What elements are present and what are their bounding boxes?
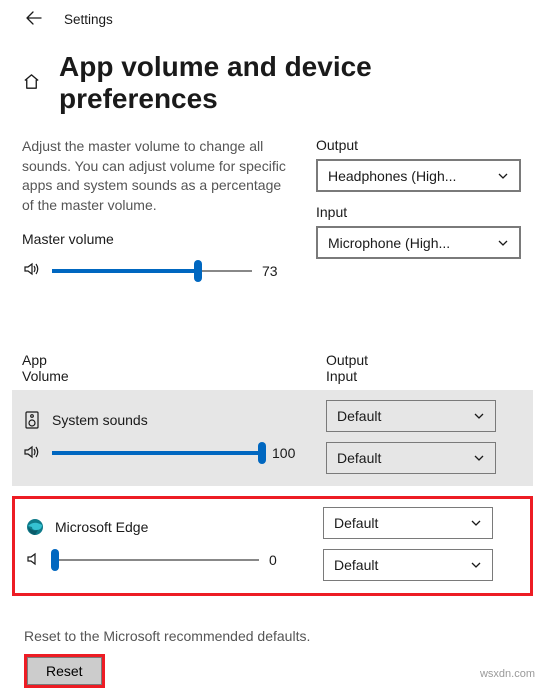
output-device-value: Headphones (High...: [328, 168, 456, 184]
app-row-microsoft-edge: Microsoft Edge 0 Default Default: [12, 496, 533, 596]
app-volume-slider[interactable]: [52, 443, 262, 463]
output-device-select[interactable]: Headphones (High...: [316, 159, 521, 192]
page-description: Adjust the master volume to change all s…: [22, 137, 290, 215]
volume-icon: [22, 259, 42, 279]
input-device-value: Microphone (High...: [328, 235, 450, 251]
column-input-label: Input: [326, 368, 521, 384]
volume-mute-icon: [25, 549, 45, 569]
master-volume-value: 73: [262, 263, 290, 279]
home-icon: [22, 72, 41, 91]
app-row-system-sounds: System sounds 100 Default Default: [12, 390, 533, 486]
app-name: System sounds: [52, 412, 148, 428]
app-name: Microsoft Edge: [55, 519, 148, 535]
app-input-select[interactable]: Default: [323, 549, 493, 581]
page-title: App volume and device preferences: [59, 51, 521, 115]
back-button[interactable]: [26, 10, 42, 29]
page-header: App volume and device preferences: [0, 37, 543, 115]
arrow-left-icon: [26, 10, 42, 26]
chevron-down-icon: [470, 517, 482, 529]
column-output-label: Output: [326, 352, 521, 368]
volume-icon: [22, 442, 42, 462]
reset-button[interactable]: Reset: [27, 657, 102, 685]
input-device-select[interactable]: Microphone (High...: [316, 226, 521, 259]
reset-description: Reset to the Microsoft recommended defau…: [24, 628, 521, 644]
app-input-value: Default: [334, 557, 378, 573]
app-output-select[interactable]: Default: [326, 400, 496, 432]
master-volume-slider[interactable]: [52, 261, 252, 281]
app-input-select[interactable]: Default: [326, 442, 496, 474]
system-sounds-icon: [22, 410, 42, 430]
speaker-icon[interactable]: [25, 549, 45, 572]
master-volume-label: Master volume: [22, 231, 290, 247]
edge-icon: [25, 517, 45, 537]
app-output-select[interactable]: Default: [323, 507, 493, 539]
column-app-label: App: [22, 352, 300, 368]
input-device-label: Input: [316, 204, 521, 220]
home-button[interactable]: [22, 72, 41, 94]
app-input-value: Default: [337, 450, 381, 466]
speaker-icon[interactable]: [22, 442, 42, 465]
app-output-value: Default: [334, 515, 378, 531]
app-volume-slider[interactable]: [55, 550, 259, 570]
app-volume-value: 0: [269, 552, 297, 568]
chevron-down-icon: [497, 237, 509, 249]
titlebar: Settings: [0, 0, 543, 37]
output-device-label: Output: [316, 137, 521, 153]
chevron-down-icon: [470, 559, 482, 571]
chevron-down-icon: [473, 410, 485, 422]
chevron-down-icon: [473, 452, 485, 464]
app-output-value: Default: [337, 408, 381, 424]
app-volume-value: 100: [272, 445, 300, 461]
speaker-icon[interactable]: [22, 259, 42, 282]
watermark: wsxdn.com: [480, 668, 535, 680]
settings-label: Settings: [64, 12, 113, 27]
chevron-down-icon: [497, 170, 509, 182]
column-volume-label: Volume: [22, 368, 300, 384]
